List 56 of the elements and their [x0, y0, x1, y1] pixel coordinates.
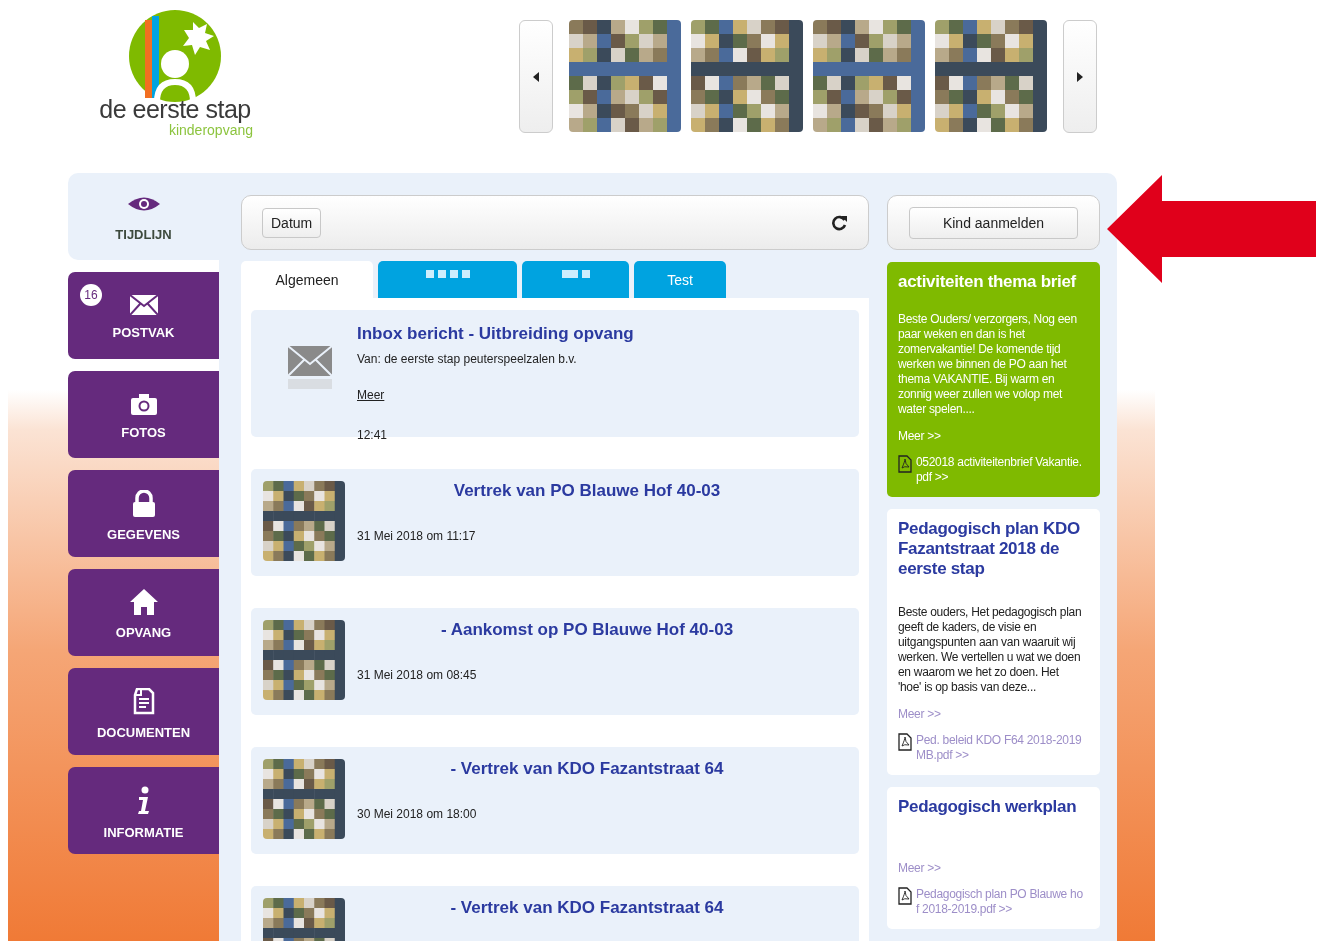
envelope-icon — [129, 295, 158, 315]
document-icon — [131, 687, 156, 715]
left-triangle-icon — [533, 71, 539, 82]
camera-icon — [130, 393, 157, 415]
nav-item[interactable]: OPVANG — [68, 569, 219, 656]
pixelated-label — [425, 270, 470, 278]
info-icon — [135, 785, 152, 815]
card-text: Beste ouders, Het pedagogisch plan geeft de kaders, de visie en uitgangspunten aan van waaruit wij werken. We vertellen u wat we doen en waarom we het zo doen. Het 'hoe' is op basis van deze... — [898, 605, 1083, 695]
tab[interactable]: Algemeen — [241, 261, 373, 298]
timestamp: 30 Mei 2018 om 18:00 — [357, 807, 478, 821]
timestamp: 12:41 — [357, 428, 389, 442]
card-title: - Vertrek van KDO Fazantstraat 64 — [449, 759, 725, 779]
nav-label: OPVANG — [115, 625, 172, 640]
nav-item[interactable]: INFORMATIE — [68, 767, 219, 854]
pdf-file-icon — [898, 455, 912, 473]
pdf-file-icon — [898, 733, 912, 751]
nav-label: DOCUMENTEN — [96, 724, 191, 740]
right-triangle-icon — [1077, 71, 1083, 82]
envelope-icon — [288, 346, 332, 389]
eye-icon — [126, 195, 161, 213]
card-title: - Vertrek van KDO Fazantstraat 64 — [449, 898, 725, 918]
more-link[interactable]: Meer — [357, 388, 385, 402]
pixelated-label — [561, 270, 590, 278]
pdf-file-icon — [898, 887, 912, 905]
card-title: - Aankomst op PO Blauwe Hof 40-03 — [439, 620, 735, 640]
card-title: Pedagogisch plan KDO Fazantstraat 2018 de eerste stap — [898, 519, 1081, 579]
nav-item[interactable]: FOTOS — [68, 371, 219, 458]
next-button[interactable] — [1063, 20, 1097, 133]
house-icon — [129, 589, 158, 615]
register-child-button[interactable]: Kind aanmelden — [909, 206, 1078, 239]
nav-item[interactable]: TIJDLIJN — [68, 173, 219, 260]
nav-label: TIJDLIJN — [115, 227, 172, 242]
card-title: Vertrek van PO Blauwe Hof 40-03 — [452, 481, 722, 501]
nav-item[interactable]: GEGEVENS — [68, 470, 219, 557]
tab[interactable] — [378, 261, 517, 298]
logo-tagline: kinderopvang — [168, 122, 253, 138]
card-title: Inbox bericht - Uitbreiding opvang — [357, 324, 635, 344]
logo-text: de eerste stap — [99, 96, 251, 122]
card-title: activiteiten thema brief — [898, 272, 1078, 292]
previous-button[interactable] — [519, 20, 553, 133]
tab[interactable] — [522, 261, 629, 298]
card-text: Beste Ouders/ verzorgers, Nog een paar weken en dan is het zomervakantie! De komende tijd werken we binnen de PO aan het thema VAKANTIE. Bij warm en zonnig weer zullen we volop met water spelen.... — [898, 312, 1078, 417]
nav-label: INFORMATIE — [103, 824, 184, 840]
date-button[interactable]: Datum — [262, 207, 322, 238]
count-badge: 16 — [80, 284, 102, 306]
nav-item[interactable]: POSTVAK 16 — [68, 272, 219, 359]
timestamp: 31 Mei 2018 om 11:17 — [357, 529, 477, 543]
nav-label: FOTOS — [121, 425, 166, 440]
padlock-icon — [131, 489, 156, 517]
card-title: Pedagogisch werkplan — [898, 797, 1078, 817]
nav-label: POSTVAK — [112, 325, 175, 340]
sender-text: Van: de eerste stap peuterspeelzalen b.v. — [357, 352, 578, 366]
nav-item[interactable]: DOCUMENTEN — [68, 668, 219, 755]
refresh-icon[interactable] — [832, 214, 848, 231]
nav-label: GEGEVENS — [107, 526, 180, 542]
timestamp: 31 Mei 2018 om 08:45 — [357, 668, 478, 682]
